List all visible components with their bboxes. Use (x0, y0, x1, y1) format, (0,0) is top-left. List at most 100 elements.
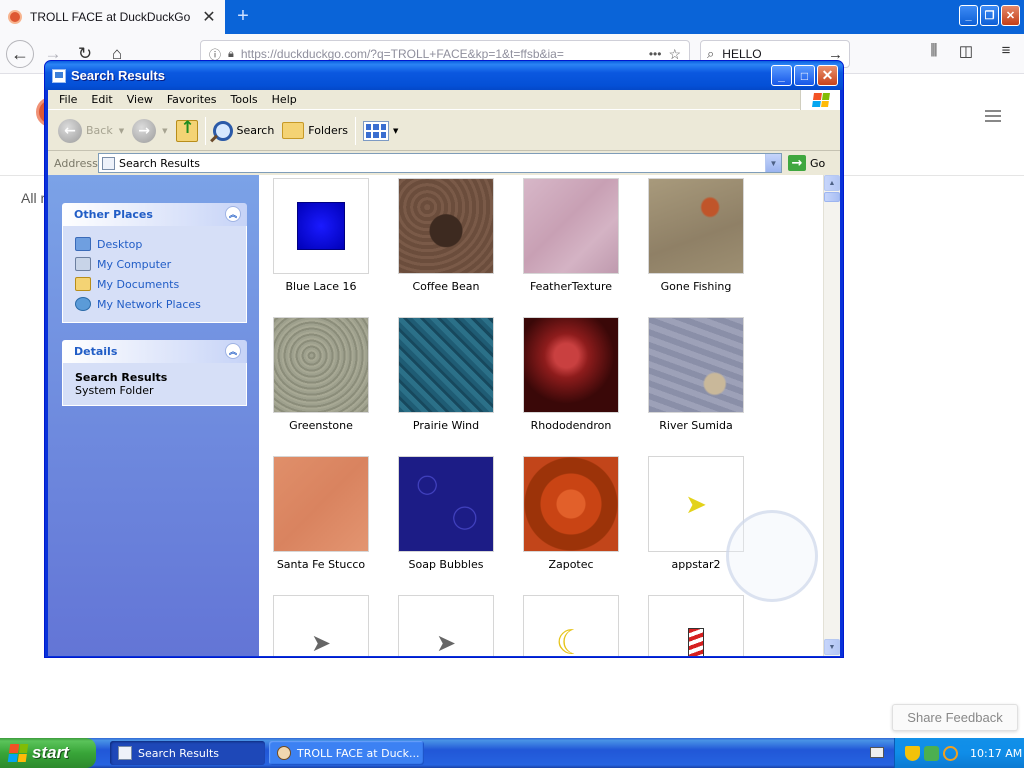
windows-flag-icon (800, 90, 840, 110)
go-button[interactable]: → Go (788, 155, 825, 171)
address-field[interactable]: Search Results ▼ (98, 153, 782, 173)
menu-view[interactable]: View (120, 93, 160, 106)
scroll-thumb[interactable] (824, 192, 840, 202)
click-highlight (726, 510, 818, 602)
scroll-down-icon[interactable]: ▼ (824, 639, 840, 655)
close-button[interactable]: ✕ (817, 65, 838, 86)
address-dropdown-icon[interactable]: ▼ (765, 154, 781, 172)
views-icon (363, 120, 390, 141)
list-item[interactable] (648, 595, 744, 656)
up-folder-icon (175, 118, 198, 142)
start-label: start (32, 743, 69, 762)
details-header[interactable]: Details ︽ (62, 340, 247, 363)
menu-help[interactable]: Help (265, 93, 304, 106)
list-item[interactable]: Blue Lace 16 (273, 178, 369, 293)
back-arrow-icon[interactable]: ← (6, 40, 34, 68)
moon-icon: ☾ (555, 624, 587, 656)
window-caption-buttons: _ □ ✕ (771, 65, 838, 86)
search-input[interactable]: HELLO (722, 47, 820, 61)
menu-file[interactable]: File (52, 93, 84, 106)
list-item[interactable]: Rhododendron (523, 317, 619, 432)
toolbar-separator (355, 116, 357, 145)
address-value[interactable]: Search Results (119, 157, 200, 170)
security-shield-icon[interactable] (905, 745, 920, 761)
my-documents-link[interactable]: My Documents (75, 274, 234, 294)
my-documents-label: My Documents (97, 277, 180, 291)
item-label: Rhododendron (530, 419, 612, 432)
views-button[interactable]: ▼ (359, 115, 402, 147)
list-item[interactable]: ➤ (398, 595, 494, 656)
list-item[interactable]: Prairie Wind (398, 317, 494, 432)
other-places-title: Other Places (74, 208, 153, 221)
views-dropdown-icon[interactable]: ▼ (393, 127, 398, 135)
item-label: Blue Lace 16 (285, 280, 357, 293)
other-places-header[interactable]: Other Places ︽ (62, 203, 247, 226)
forward-dropdown-icon[interactable]: ▼ (162, 127, 167, 135)
page-menu-icon[interactable] (985, 110, 1001, 122)
taskbar-item-firefox[interactable]: TROLL FACE at Duck... (269, 741, 424, 765)
folders-button[interactable]: Folders (278, 115, 352, 147)
busy-cursor-icon: ➤ (685, 488, 707, 519)
my-network-places-link[interactable]: My Network Places (75, 294, 234, 314)
vertical-scrollbar[interactable]: ▲ ▼ (823, 175, 840, 656)
maximize-button[interactable]: □ (794, 65, 815, 86)
barber-pole-cursor-thumbnail (648, 595, 744, 656)
troll-face-icon (277, 746, 291, 760)
search-results-icon (102, 156, 115, 170)
my-computer-label: My Computer (97, 257, 172, 271)
url-text[interactable]: https://duckduckgo.com/?q=TROLL+FACE&kp=… (241, 47, 642, 61)
network-icon[interactable] (924, 745, 939, 761)
forward-icon: → (132, 118, 157, 143)
up-folder-button[interactable] (172, 115, 202, 147)
menu-icon[interactable]: ≡ (994, 42, 1018, 59)
list-item[interactable]: Soap Bubbles (398, 456, 494, 571)
keyboard-icon[interactable] (870, 747, 884, 758)
all-results-tab[interactable]: All r (21, 190, 45, 206)
list-item[interactable]: ☾ (523, 595, 619, 656)
menu-edit[interactable]: Edit (84, 93, 119, 106)
santa-fe-stucco-thumbnail (273, 456, 369, 552)
desktop-label: Desktop (97, 237, 143, 251)
list-item[interactable]: Gone Fishing (648, 178, 744, 293)
clock[interactable]: 10:17 AM (970, 747, 1022, 760)
restore-icon[interactable]: ❐ (980, 5, 999, 26)
forward-button[interactable]: → ▼ (128, 115, 171, 147)
list-item[interactable]: Coffee Bean (398, 178, 494, 293)
sidebar-icon[interactable]: ◫ (954, 42, 978, 60)
share-feedback-button[interactable]: Share Feedback (892, 704, 1018, 731)
soap-bubbles-thumbnail (398, 456, 494, 552)
list-item[interactable]: River Sumida (648, 317, 744, 432)
minimize-icon[interactable]: _ (959, 5, 978, 26)
library-icon[interactable]: ⫼ (922, 42, 946, 59)
page-actions-icon[interactable]: ••• (649, 47, 662, 61)
list-item[interactable]: Zapotec (523, 456, 619, 571)
browser-tab[interactable]: TROLL FACE at DuckDuckGo ✕ (0, 0, 225, 34)
search-button[interactable]: Search (209, 115, 279, 147)
prairie-wind-thumbnail (398, 317, 494, 413)
taskbar-item-search-results[interactable]: Search Results (110, 741, 265, 765)
list-item[interactable]: Santa Fe Stucco (273, 456, 369, 571)
scroll-up-icon[interactable]: ▲ (824, 175, 840, 191)
my-computer-link[interactable]: My Computer (75, 254, 234, 274)
close-window-icon[interactable]: ✕ (1001, 5, 1020, 26)
list-item[interactable]: ➤ (273, 595, 369, 656)
list-item[interactable]: FeatherTexture (523, 178, 619, 293)
window-title-bar[interactable]: Search Results _ □ ✕ (45, 61, 843, 90)
collapse-chevron-icon[interactable]: ︽ (225, 343, 241, 359)
standard-toolbar: ← Back ▼ → ▼ Search Folders (48, 111, 840, 151)
details-panel: Details ︽ Search Results System Folder (62, 340, 247, 406)
new-tab-button[interactable]: + (232, 5, 254, 27)
collapse-chevron-icon[interactable]: ︽ (225, 206, 241, 222)
desktop-link[interactable]: Desktop (75, 234, 234, 254)
tab-title: TROLL FACE at DuckDuckGo (30, 10, 191, 24)
back-dropdown-icon[interactable]: ▼ (119, 127, 124, 135)
minimize-button[interactable]: _ (771, 65, 792, 86)
list-item[interactable]: Greenstone (273, 317, 369, 432)
menu-tools[interactable]: Tools (224, 93, 265, 106)
search-tray-icon[interactable] (943, 745, 958, 761)
item-label: Gone Fishing (660, 280, 732, 293)
back-button[interactable]: ← Back ▼ (54, 115, 128, 147)
close-tab-icon[interactable]: ✕ (201, 7, 217, 27)
menu-favorites[interactable]: Favorites (160, 93, 224, 106)
start-button[interactable]: start (0, 738, 96, 768)
